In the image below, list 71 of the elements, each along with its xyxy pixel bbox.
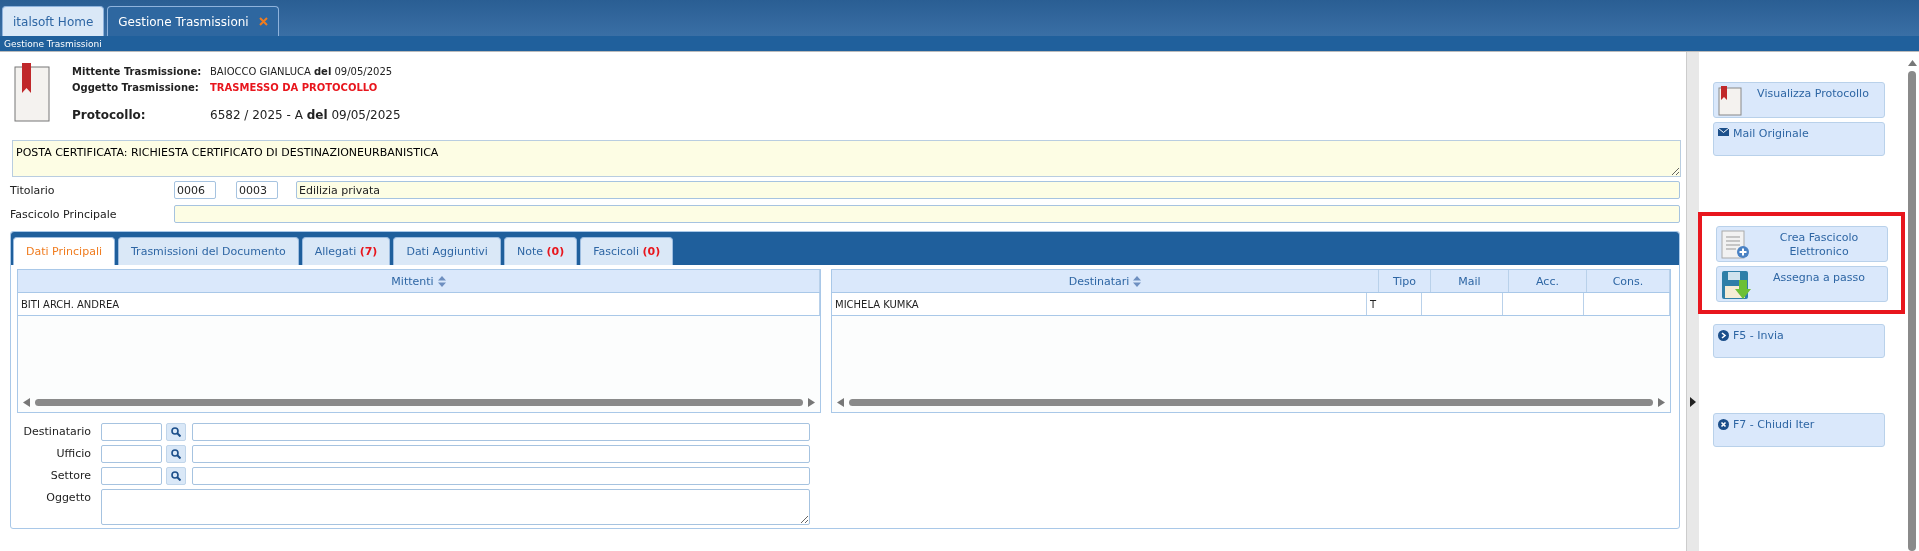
- column-header[interactable]: Mail: [1431, 270, 1509, 292]
- app-tab[interactable]: Gestione Trasmissioni: [107, 6, 279, 36]
- table-cell: BITI ARCH. ANDREA: [18, 293, 820, 315]
- code-field[interactable]: 0003: [236, 181, 278, 199]
- description-field[interactable]: [192, 445, 810, 463]
- field-value: BAIOCCO GIANLUCA del 09/05/2025: [210, 66, 393, 77]
- column-header[interactable]: Cons.: [1587, 270, 1670, 292]
- field-label: Oggetto Trasmissione:: [72, 82, 200, 93]
- search-icon: [171, 427, 181, 437]
- field-label: Mittente Trasmissione:: [72, 66, 203, 77]
- action-button[interactable]: F5 - Invia: [1713, 324, 1885, 358]
- code-field[interactable]: 0006: [174, 181, 216, 199]
- column-header[interactable]: Tipo: [1379, 270, 1431, 292]
- code-field[interactable]: [101, 445, 162, 463]
- app-tab[interactable]: italsoft Home: [2, 6, 105, 36]
- column-header[interactable]: Acc.: [1509, 270, 1587, 292]
- field-label: Destinatario: [22, 424, 92, 440]
- scroll-left-icon[interactable]: [23, 397, 30, 407]
- description-field[interactable]: Edilizia privata: [296, 181, 1680, 199]
- field-value: 6582 / 2025 - A del 09/05/2025: [210, 108, 401, 122]
- field-label: Protocollo:: [72, 108, 147, 122]
- scroll-right-icon[interactable]: [808, 397, 815, 407]
- action-button[interactable]: Mail Originale: [1713, 122, 1885, 156]
- column-header[interactable]: Destinatari: [832, 270, 1379, 292]
- document-plus-icon: [1721, 230, 1751, 260]
- search-icon: [171, 449, 181, 459]
- fascicolo-field[interactable]: [174, 205, 1680, 223]
- search-button[interactable]: [166, 467, 186, 485]
- scrollbar-thumb[interactable]: [1908, 71, 1916, 551]
- scroll-right-icon[interactable]: [1658, 397, 1665, 407]
- subject-field[interactable]: POSTA CERTIFICATA: RICHIESTA CERTIFICATO DI DESTINAZIONEURBANISTICA: [12, 140, 1681, 177]
- description-field[interactable]: [192, 467, 810, 485]
- field-label: Ufficio: [55, 446, 92, 462]
- field-label: Titolario: [10, 183, 56, 197]
- tab[interactable]: Dati Principali: [13, 237, 115, 265]
- search-button[interactable]: [166, 445, 186, 463]
- field-label: Oggetto: [45, 490, 92, 506]
- scroll-left-icon[interactable]: [837, 397, 844, 407]
- search-button[interactable]: [166, 423, 186, 441]
- code-field[interactable]: [101, 467, 162, 485]
- field-label: Fascicolo Principale: [10, 207, 118, 221]
- scroll-up-icon[interactable]: [1907, 60, 1917, 66]
- code-field[interactable]: [101, 423, 162, 441]
- sort-icon[interactable]: [1133, 275, 1142, 287]
- action-button[interactable]: Assegna a passo: [1716, 266, 1888, 302]
- sort-icon[interactable]: [437, 275, 446, 287]
- scrollbar-thumb[interactable]: [849, 398, 1653, 406]
- action-button[interactable]: Crea Fascicolo Elettronico: [1716, 226, 1888, 262]
- close-icon[interactable]: [258, 17, 268, 26]
- column-header[interactable]: Mittenti: [18, 270, 820, 292]
- document-bookmark-icon: [1718, 86, 1742, 116]
- description-field[interactable]: [192, 423, 810, 441]
- tab[interactable]: Fascicoli (0): [580, 237, 674, 265]
- scrollbar-thumb[interactable]: [35, 398, 803, 406]
- tab[interactable]: Note (0): [503, 237, 578, 265]
- action-button[interactable]: Visualizza Protocollo: [1713, 82, 1885, 118]
- action-button[interactable]: F7 - Chiudi Iter: [1713, 413, 1885, 447]
- arrow-circle-icon: [1718, 330, 1729, 341]
- table-cell: MICHELA KUMKA: [832, 293, 1367, 315]
- tab[interactable]: Trasmissioni del Documento: [118, 237, 299, 265]
- page-title: Gestione Trasmissioni: [4, 38, 102, 49]
- tab[interactable]: Dati Aggiuntivi: [393, 237, 501, 265]
- search-icon: [171, 471, 181, 481]
- close-circle-icon: [1718, 419, 1729, 430]
- envelope-icon: [1718, 128, 1729, 136]
- field-label: Settore: [49, 468, 92, 484]
- expand-arrow-icon[interactable]: [1690, 396, 1696, 407]
- table-cell: T: [1367, 293, 1422, 315]
- field-value: TRASMESSO DA PROTOCOLLO: [210, 82, 378, 93]
- tab[interactable]: Allegati (7): [301, 237, 391, 265]
- document-bookmark-icon: [14, 62, 52, 124]
